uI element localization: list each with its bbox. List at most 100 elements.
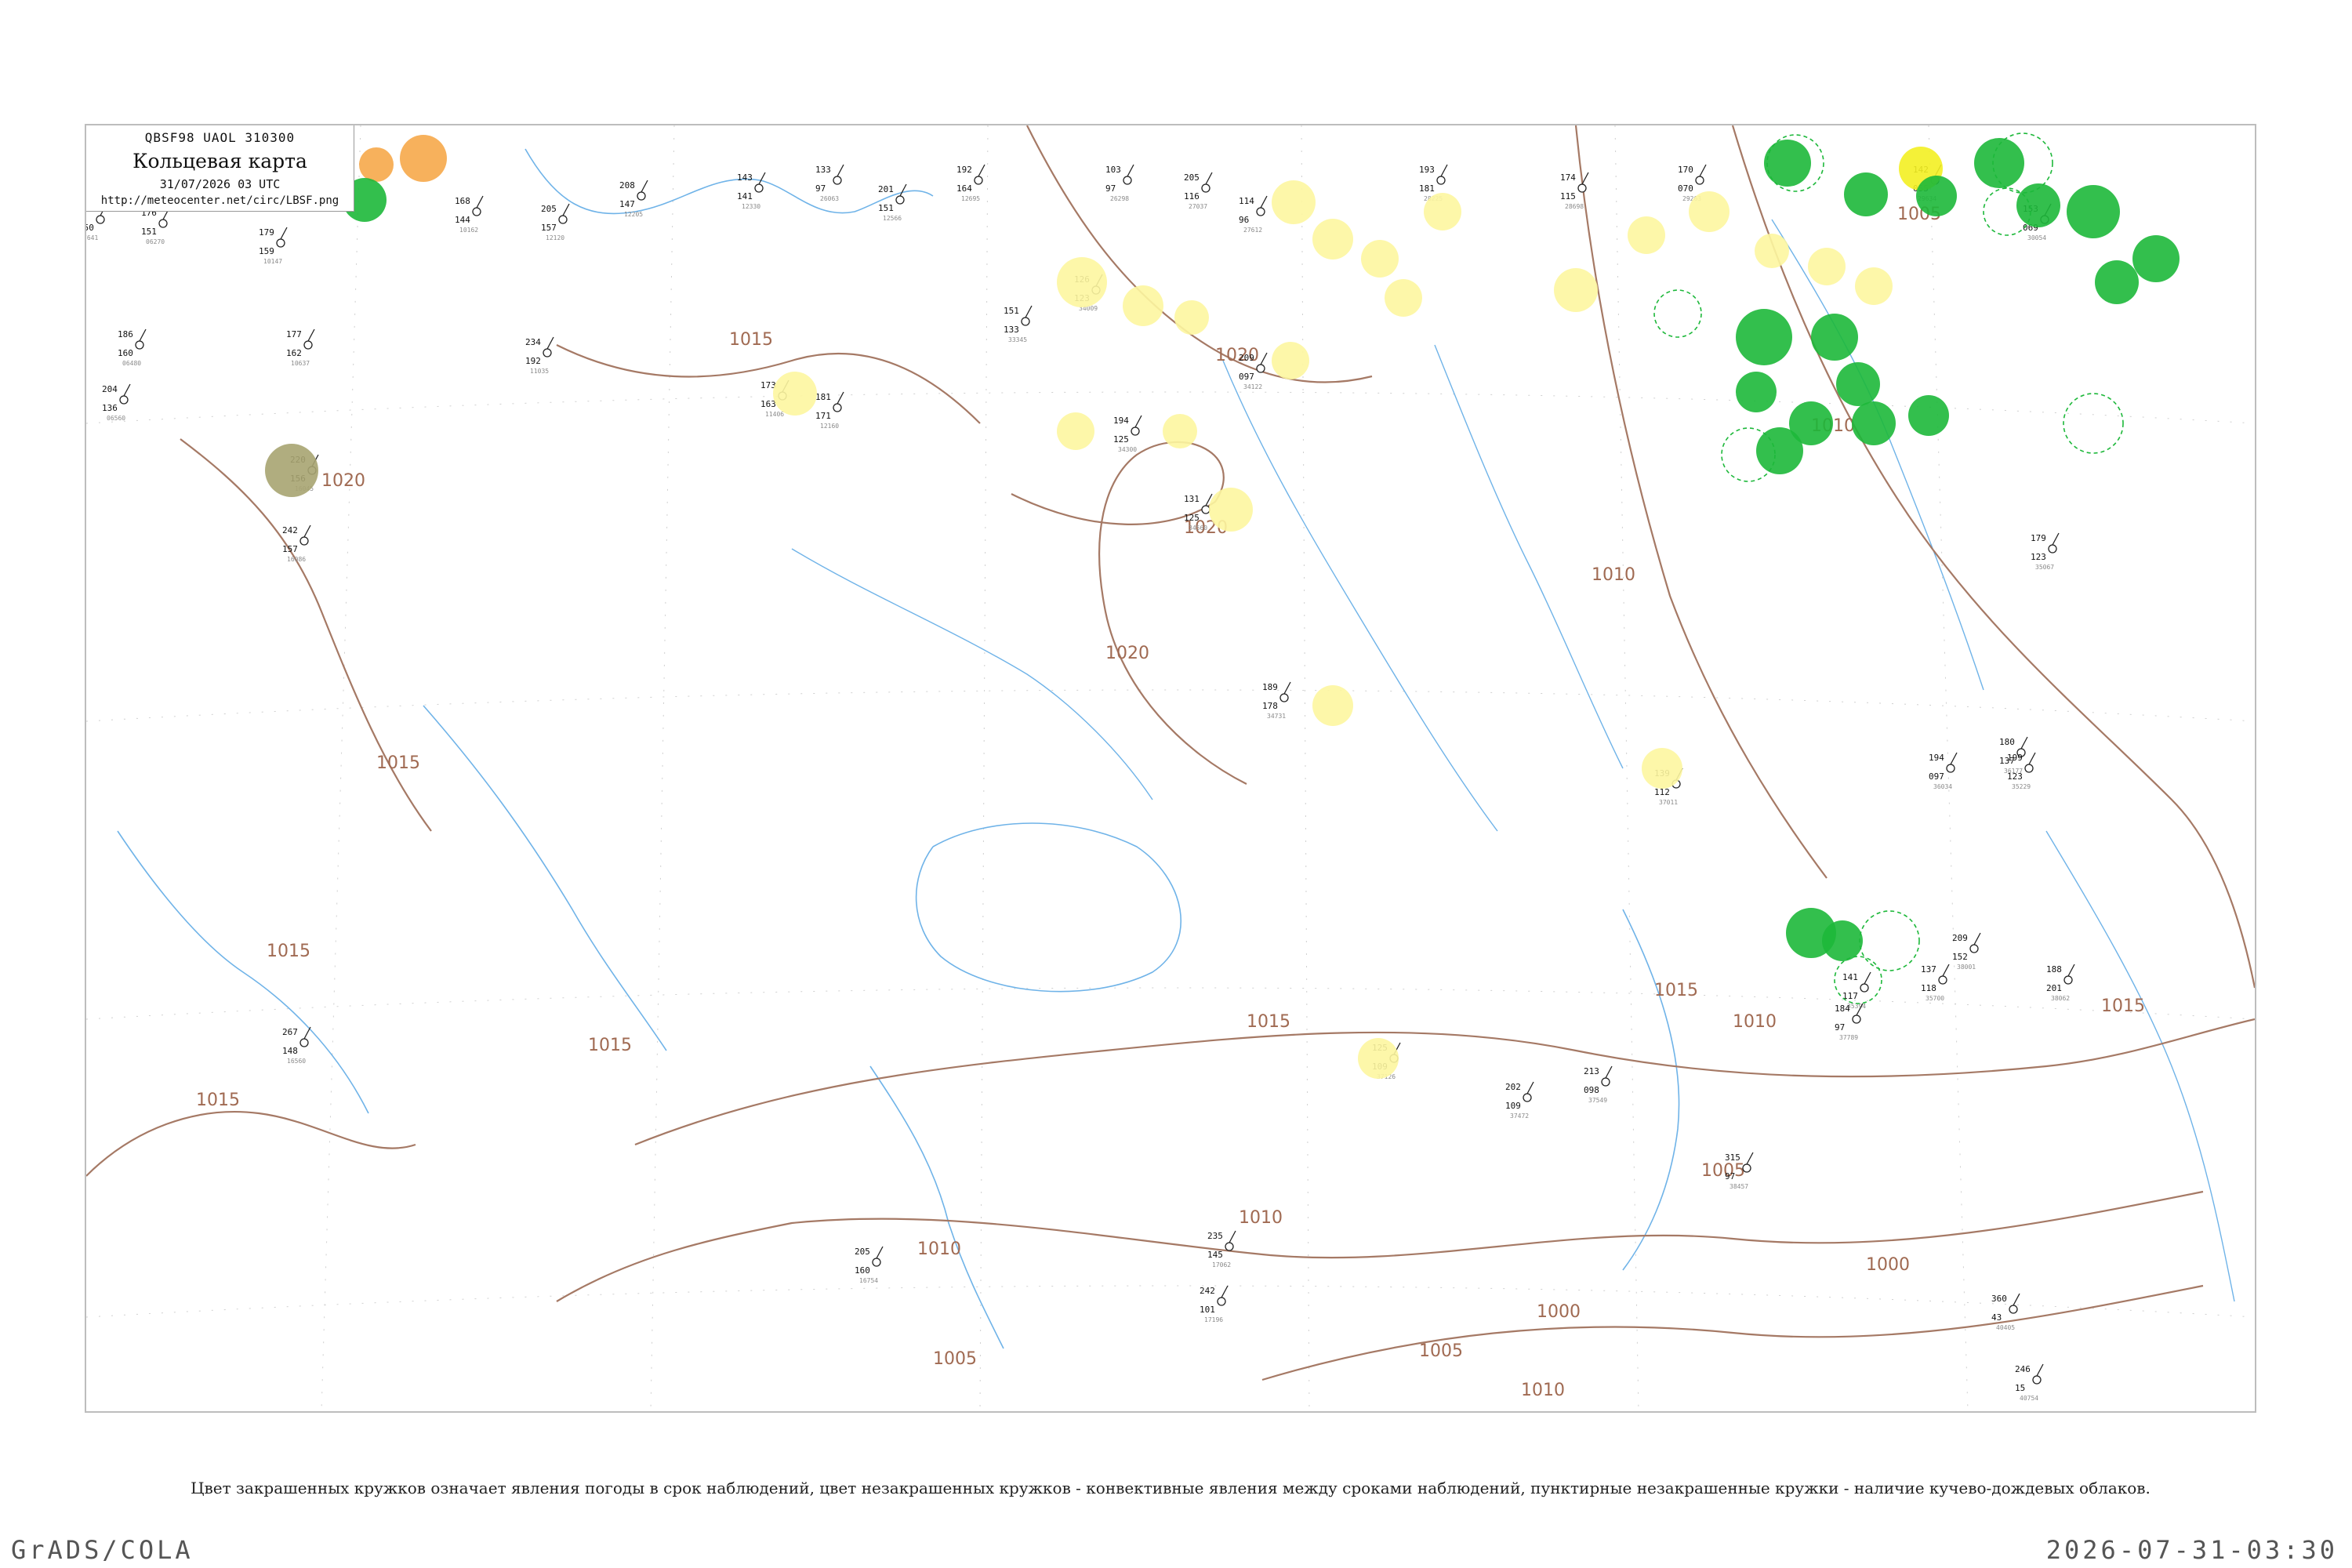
station-index: 17062 xyxy=(1212,1261,1231,1269)
station-index: 35229 xyxy=(2012,783,2031,790)
station-temperature: 189 xyxy=(1262,682,1278,692)
caspian-coast xyxy=(1622,909,1680,1271)
map-url[interactable]: http://meteocenter.net/circ/LBSF.png xyxy=(86,194,354,207)
station-pressure: 157 xyxy=(282,544,298,554)
station-index: 34560 xyxy=(1189,524,1207,532)
station-circle xyxy=(1938,975,1947,985)
station-temperature: 242 xyxy=(282,525,298,535)
station-temperature: 179 xyxy=(2031,533,2046,543)
wind-barb xyxy=(1205,172,1213,185)
station-temperature: 186 xyxy=(118,329,133,339)
station-pressure: 160 xyxy=(855,1265,870,1276)
station-index: 17196 xyxy=(1204,1316,1223,1323)
wind-barb xyxy=(476,195,484,209)
weather-marker xyxy=(400,135,447,182)
map-canvas: 1015101510151015101010201020102010151010… xyxy=(86,125,2255,1411)
station-index: 26063 xyxy=(820,195,839,202)
station-temperature: 199 xyxy=(2007,753,2023,763)
station-plot: 205 116 27037 xyxy=(1184,172,1213,210)
station-circle xyxy=(1123,176,1132,185)
station-temperature: 234 xyxy=(525,337,541,347)
weather-marker xyxy=(1916,176,1957,216)
baltic-coast xyxy=(524,148,934,215)
station-plot: 186 160 06480 xyxy=(118,328,147,367)
station-index: 34122 xyxy=(1243,383,1262,390)
wind-barb xyxy=(1699,164,1707,177)
station-plot: 242 10117196 xyxy=(1200,1285,1229,1323)
weather-marker xyxy=(359,147,394,182)
station-pressure: 201 xyxy=(2046,983,2062,993)
weather-markers xyxy=(265,132,2180,1079)
station-pressure: 123 xyxy=(2031,552,2046,562)
station-temperature: 181 xyxy=(815,392,831,402)
station-plot: 189 178 34731 xyxy=(1262,681,1291,720)
station-index: 16560 xyxy=(287,1058,306,1065)
cb-cloud-ring xyxy=(1653,289,1702,338)
station-temperature: 201 xyxy=(878,184,894,194)
station-pressure: 151 xyxy=(141,227,157,237)
station-temperature: 213 xyxy=(1584,1066,1599,1076)
station-plot: 194 09736034 xyxy=(1929,752,1958,790)
station-pressure: 97 xyxy=(1835,1022,1845,1033)
station-plot: 194 12534300 xyxy=(1113,415,1142,453)
weather-marker xyxy=(1836,362,1880,406)
station-circle xyxy=(1131,426,1140,436)
station-index: 12330 xyxy=(742,203,760,210)
weather-marker xyxy=(1736,372,1777,412)
isobar-1015-west xyxy=(86,1111,416,1177)
station-temperature: 137 xyxy=(1921,964,1936,975)
weather-marker xyxy=(1385,279,1422,317)
station-plot: 137 118 35700 xyxy=(1921,964,1950,1002)
isobar-1020 xyxy=(1011,441,1247,785)
weather-marker xyxy=(1755,234,1789,268)
station-plot: 209 152 38001 xyxy=(1952,932,1981,971)
weather-marker xyxy=(1358,1038,1399,1079)
station-circle xyxy=(135,340,144,350)
station-index: 40405 xyxy=(1996,1324,2015,1331)
wind-barb xyxy=(876,1246,884,1259)
station-temperature: 360 xyxy=(1991,1294,2007,1304)
wind-barb xyxy=(1605,1065,1613,1079)
station-temperature: 114 xyxy=(1239,196,1254,206)
station-circle xyxy=(158,219,168,228)
station-temperature: 205 xyxy=(1184,172,1200,183)
cb-cloud-ring xyxy=(2063,393,2124,454)
station-temperature: 315 xyxy=(1725,1152,1740,1163)
station-index: 11035 xyxy=(530,368,549,375)
station-circle xyxy=(1601,1077,1610,1087)
station-plot: 177 162 10637 xyxy=(286,328,315,367)
station-pressure: 178 xyxy=(1262,701,1278,711)
wind-barb xyxy=(1942,964,1950,977)
station-index: 16086 xyxy=(287,556,306,563)
station-plot: 213 098 37549 xyxy=(1584,1065,1613,1104)
station-circle xyxy=(1852,1014,1861,1024)
station-temperature: 180 xyxy=(1999,737,2015,747)
station-index: 40754 xyxy=(2020,1395,2038,1402)
isobar-label: 1015 xyxy=(1654,981,1698,1000)
station-index: 38457 xyxy=(1730,1183,1748,1190)
station-temperature: 188 xyxy=(2046,964,2062,975)
station-temperature: 209 xyxy=(1952,933,1968,943)
station-index: 27037 xyxy=(1189,203,1207,210)
station-pressure: 162 xyxy=(286,348,302,358)
station-temperature: 131 xyxy=(1184,494,1200,504)
weather-marker xyxy=(1689,191,1730,232)
station-circle xyxy=(1577,183,1587,193)
isobar-label: 1015 xyxy=(267,942,310,961)
station-plot: 202 10937472 xyxy=(1505,1081,1534,1120)
station-circle xyxy=(299,1038,309,1047)
station-plot: 114 96 27612 xyxy=(1239,195,1268,234)
map-date: 31/07/2026 03 UTC xyxy=(159,177,281,191)
wind-barb xyxy=(641,180,648,193)
weather-marker xyxy=(1844,172,1888,216)
station-pressure: 160 xyxy=(118,348,133,358)
station-plot: 17615106270 xyxy=(141,207,170,245)
wind-barb xyxy=(1134,415,1142,428)
wind-barb xyxy=(546,336,554,350)
wind-barb xyxy=(2036,1363,2044,1377)
station-circle xyxy=(1695,176,1704,185)
synoptic-map: 1015 1015 1015 1015 1010 1020 1020 1020 1015 1010… xyxy=(85,124,2256,1413)
station-temperature: 267 xyxy=(282,1027,298,1037)
station-pressure: 151 xyxy=(878,203,894,213)
wind-barb xyxy=(2013,1293,2020,1306)
